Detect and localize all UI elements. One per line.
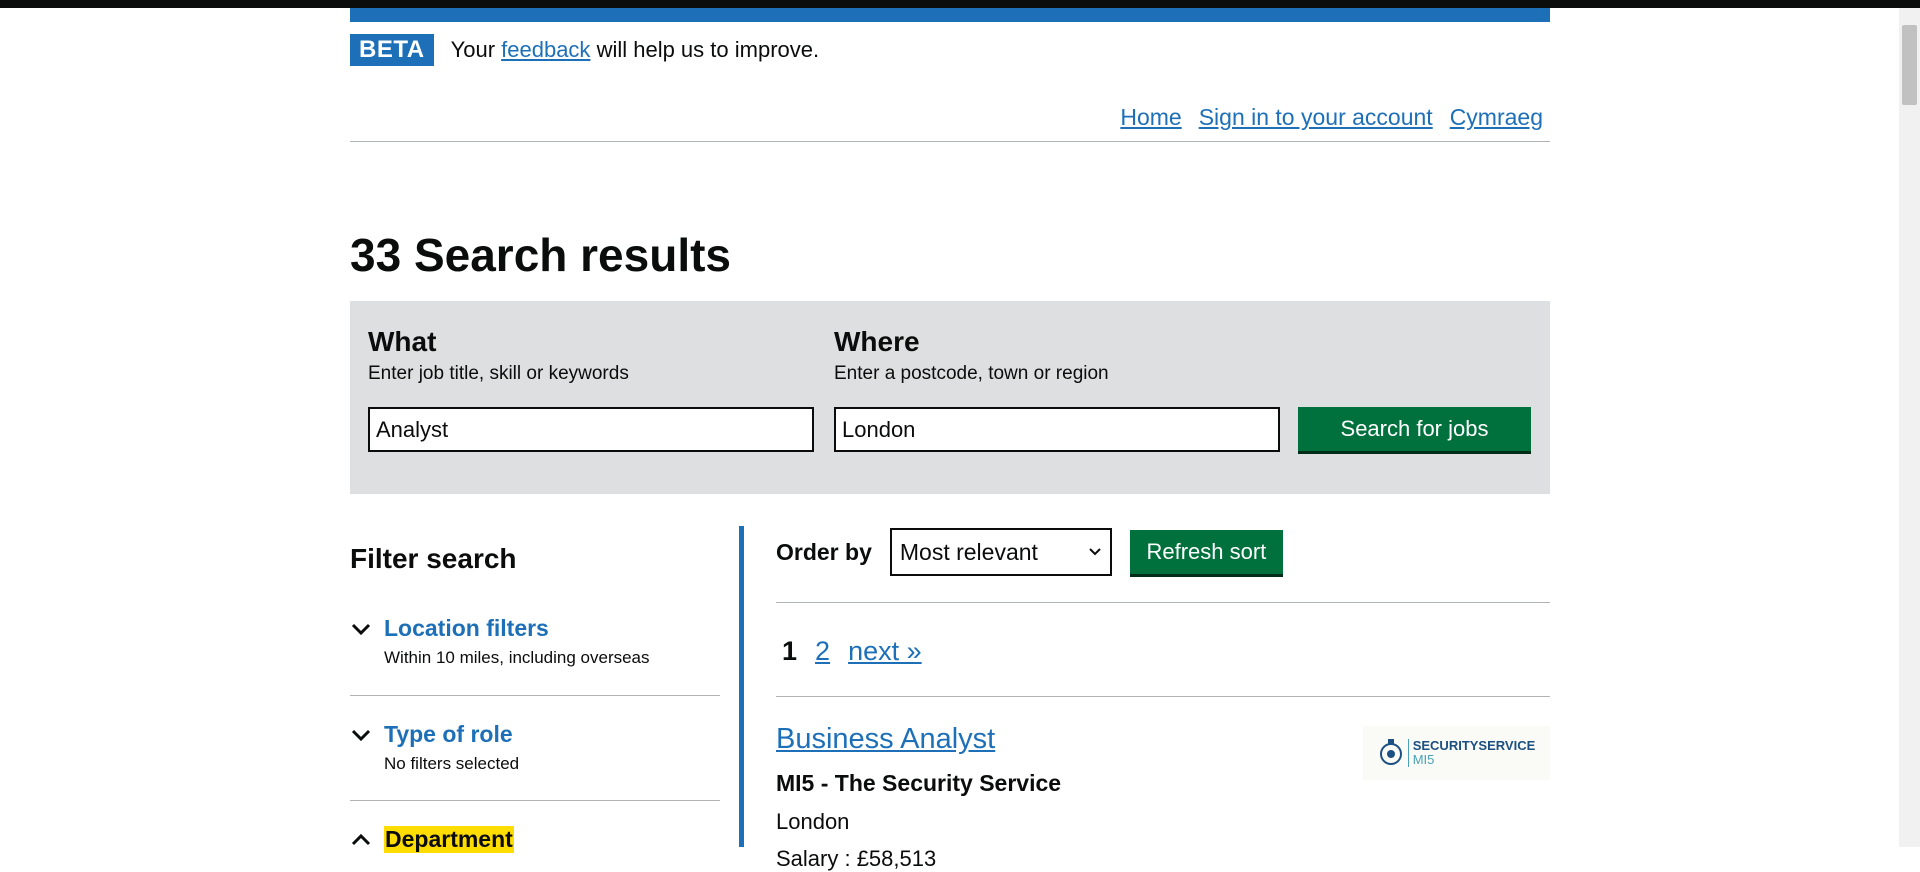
job-location: London (776, 809, 850, 834)
header-divider (350, 141, 1550, 142)
filter-type-of-role-header[interactable]: Type of role (350, 721, 720, 748)
page-container: BETA Your feedback will help us to impro… (350, 8, 1550, 871)
filter-location-summary: Within 10 miles, including overseas (384, 648, 650, 667)
filter-panel: Filter search Location filters Within 10… (350, 543, 720, 853)
beta-text-before: Your (450, 37, 496, 62)
job-title-link[interactable]: Business Analyst (776, 723, 995, 756)
nav-home-link[interactable]: Home (1120, 104, 1181, 131)
chevron-down-icon (351, 623, 371, 635)
crest-icon (1379, 739, 1402, 765)
filter-location[interactable]: Location filters Within 10 miles, includ… (350, 615, 720, 668)
pagination-current-page: 1 (782, 636, 798, 666)
job-salary: Salary : £58,513 (776, 846, 937, 871)
chevron-down-icon (1089, 548, 1101, 556)
header-blue-bar (350, 8, 1550, 22)
chevron-down-icon (351, 729, 371, 741)
feedback-link[interactable]: feedback (501, 37, 590, 62)
what-field-group: What Enter job title, skill or keywords (368, 325, 629, 385)
what-hint: Enter job title, skill or keywords (368, 362, 629, 384)
order-by-select[interactable]: Most relevant (889, 528, 1112, 576)
logo-wordmark: SECURITYSERVICE MI5 (1407, 738, 1536, 767)
filter-divider (350, 800, 720, 801)
pagination-next-link[interactable]: next » (848, 636, 922, 667)
beta-tag: BETA (350, 34, 434, 66)
department-logo: SECURITYSERVICE MI5 (1363, 726, 1550, 780)
page-scrollbar[interactable] (1899, 8, 1920, 847)
search-panel: What Enter job title, skill or keywords … (350, 301, 1550, 494)
filter-department-label[interactable]: Department (384, 826, 514, 853)
where-hint: Enter a postcode, town or region (834, 362, 1109, 384)
what-label: What (368, 326, 437, 357)
job-department: MI5 - The Security Service (776, 770, 1062, 796)
pagination-page-2[interactable]: 2 (815, 636, 830, 667)
filter-type-of-role-label[interactable]: Type of role (384, 721, 513, 748)
scrollbar-thumb[interactable] (1902, 25, 1917, 105)
header-nav: Home Sign in to your account Cymraeg (1120, 104, 1543, 131)
filter-divider (350, 695, 720, 696)
chevron-up-icon (351, 833, 371, 845)
search-for-jobs-button[interactable]: Search for jobs (1298, 407, 1531, 451)
filter-location-header[interactable]: Location filters (350, 615, 720, 642)
results-divider (776, 602, 1550, 603)
order-by-label: Order by (776, 538, 872, 565)
what-input[interactable] (368, 407, 814, 452)
logo-line-1: SECURITYSERVICE (1412, 738, 1536, 754)
where-label: Where (834, 326, 920, 357)
beta-text-after: will help us to improve. (596, 37, 820, 62)
pagination: 1 2 next » (782, 636, 922, 667)
results-left-border (739, 526, 744, 847)
refresh-sort-button[interactable]: Refresh sort (1129, 530, 1283, 574)
nav-sign-in-link[interactable]: Sign in to your account (1199, 104, 1433, 131)
filter-department[interactable]: Department (350, 826, 720, 853)
filter-type-of-role[interactable]: Type of role No filters selected (350, 721, 720, 774)
filter-title: Filter search (350, 543, 517, 574)
logo-line-2: MI5 (1412, 752, 1435, 767)
filter-type-of-role-summary: No filters selected (384, 754, 520, 773)
where-input[interactable] (834, 407, 1280, 452)
order-row: Order by Most relevant Refresh sort (776, 528, 1283, 576)
page-title: 33 Search results (350, 229, 732, 281)
results-divider (776, 696, 1550, 697)
order-by-selected-value: Most relevant (899, 538, 1038, 565)
nav-cymraeg-link[interactable]: Cymraeg (1450, 104, 1543, 131)
beta-banner: BETA Your feedback will help us to impro… (350, 34, 819, 66)
browser-top-edge (0, 0, 1920, 8)
filter-location-label[interactable]: Location filters (384, 615, 549, 642)
where-field-group: Where Enter a postcode, town or region (834, 325, 1109, 385)
beta-message: Your feedback will help us to improve. (451, 37, 820, 63)
filter-department-header[interactable]: Department (350, 826, 720, 853)
